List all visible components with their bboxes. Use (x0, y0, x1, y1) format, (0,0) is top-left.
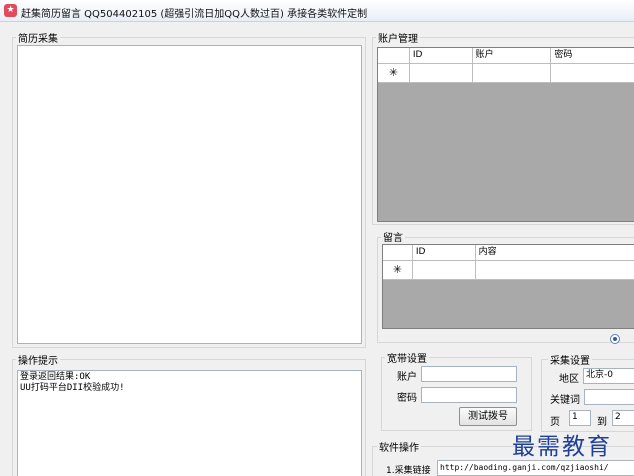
message-new-row[interactable]: ✳ (383, 261, 634, 280)
software-ops-label: 软件操作 (377, 439, 421, 454)
region-label: 地区 (559, 374, 579, 385)
account-grid-corner (378, 48, 410, 63)
broadband-account-label: 账户 (397, 372, 417, 383)
window-title: 赶集简历留言 QQ504402105 (超强引流日加QQ人数过百) 承接各类软件… (21, 9, 368, 20)
new-row-asterisk-icon: ✳ (378, 64, 410, 82)
message-grid-header: ID 内容 (383, 245, 634, 261)
broadband-password-label: 密码 (397, 393, 417, 404)
account-mgmt-label: 账户管理 (376, 30, 420, 45)
app-icon: ★ (4, 4, 17, 17)
watermark-text: 最需教育 (512, 434, 612, 460)
resume-collect-textarea[interactable] (17, 45, 362, 344)
message-new-cell-content[interactable] (476, 261, 634, 279)
account-col-account[interactable]: 账户 (473, 48, 552, 63)
account-new-cell-id[interactable] (410, 64, 473, 82)
page-to-input[interactable]: 2 (612, 410, 634, 426)
account-col-id[interactable]: ID (410, 48, 473, 63)
broadband-account-input[interactable] (421, 366, 517, 382)
collect-link-label: 1.采集链接 (386, 466, 431, 476)
account-col-password[interactable]: 密码 (551, 48, 634, 63)
new-row-asterisk-icon: ✳ (383, 261, 413, 279)
operation-log-textarea[interactable]: 登录返回结果:OK UU打码平台DII校验成功! (17, 370, 362, 476)
resume-collect-label: 简历采集 (16, 30, 60, 45)
message-grid-corner (383, 245, 413, 260)
message-new-cell-id[interactable] (413, 261, 476, 279)
collect-settings-label: 采集设置 (548, 352, 592, 367)
broadband-label: 宽带设置 (385, 350, 429, 365)
account-grid-header: ID 账户 密码 (378, 48, 634, 64)
operation-tips-label: 操作提示 (16, 352, 60, 367)
collect-link-input[interactable]: http://baoding.ganji.com/qzjiaoshi/ (437, 460, 634, 476)
keyword-label: 关键词 (550, 395, 580, 406)
page-to-label: 到 (597, 417, 607, 428)
page-label: 页 (550, 417, 560, 428)
broadband-password-input[interactable] (421, 387, 517, 403)
account-grid[interactable]: ID 账户 密码 ✳ (377, 47, 634, 222)
keyword-input[interactable] (584, 389, 634, 405)
message-grid[interactable]: ID 内容 ✳ (382, 244, 634, 329)
account-new-cell-account[interactable] (473, 64, 552, 82)
account-new-row[interactable]: ✳ (378, 64, 634, 83)
account-new-cell-password[interactable] (551, 64, 634, 82)
title-bar: ★ 赶集简历留言 QQ504402105 (超强引流日加QQ人数过百) 承接各类… (0, 0, 634, 22)
message-col-content[interactable]: 内容 (476, 245, 634, 260)
option-radio[interactable] (610, 334, 620, 344)
test-dial-button[interactable]: 测试拨号 (459, 407, 517, 426)
message-label: 留言 (381, 229, 405, 244)
region-select[interactable]: 北京-0 (583, 368, 634, 384)
page-from-input[interactable]: 1 (569, 410, 591, 426)
message-col-id[interactable]: ID (413, 245, 476, 260)
